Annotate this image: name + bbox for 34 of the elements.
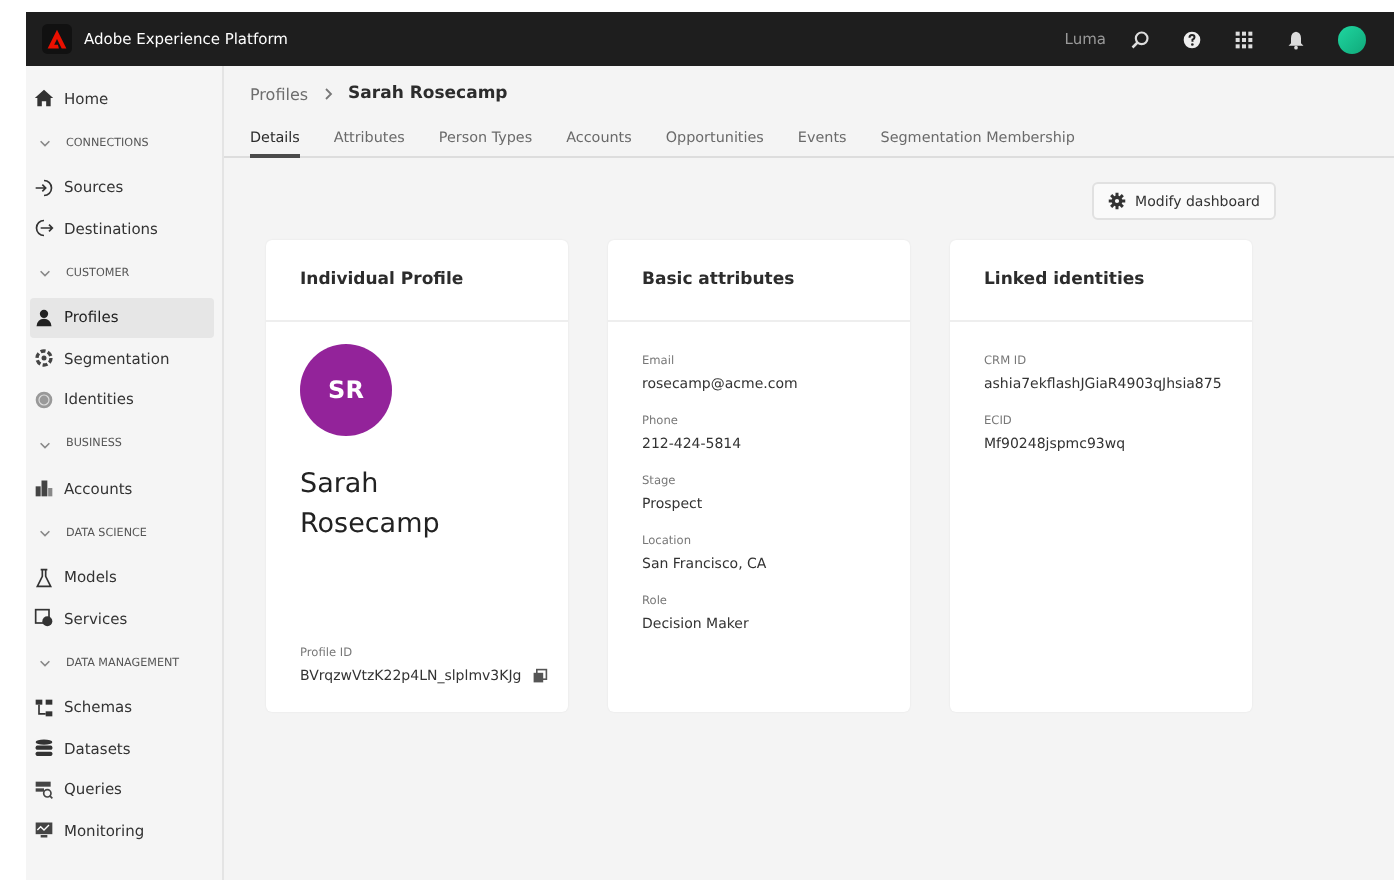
chevron-icon: [38, 656, 52, 670]
home-icon: [34, 88, 54, 109]
query-icon: [34, 779, 54, 800]
chevron-icon: [38, 266, 52, 280]
breadcrumb-link[interactable]: Profiles: [250, 85, 309, 103]
monitor-icon: [34, 820, 54, 841]
ring-icon: [34, 348, 54, 369]
diagram-icon: [34, 697, 54, 718]
card-title: Basic attributes: [608, 240, 910, 322]
profile-name: Sarah Rosecamp: [300, 466, 442, 544]
copy-icon[interactable]: [532, 667, 548, 683]
gear-icon: [1107, 192, 1126, 210]
window-icon: [34, 608, 54, 629]
bell-icon[interactable]: [1286, 29, 1306, 49]
user-avatar[interactable]: [1338, 25, 1366, 53]
flask-icon: [34, 567, 54, 588]
chevron-icon: [322, 86, 335, 102]
disc-icon: [34, 389, 54, 410]
person-icon: [34, 307, 54, 328]
chevron-icon: [38, 526, 52, 540]
bar-chart-icon: [34, 478, 54, 499]
card-title: Individual Profile: [266, 240, 568, 322]
search-icon[interactable]: [1130, 29, 1150, 49]
help-icon[interactable]: [1182, 29, 1202, 49]
avatar: SR: [300, 344, 392, 436]
apps-grid-icon[interactable]: [1234, 29, 1254, 49]
card-title: Linked identities: [950, 240, 1252, 322]
chevron-icon: [38, 437, 52, 451]
logo-icon: [42, 24, 72, 54]
page-title: Sarah Rosecamp: [348, 84, 508, 104]
chevron-icon: [38, 136, 52, 150]
database-icon: [34, 738, 54, 759]
sign-in-icon: [34, 177, 54, 198]
sign-out-icon: [34, 218, 54, 239]
